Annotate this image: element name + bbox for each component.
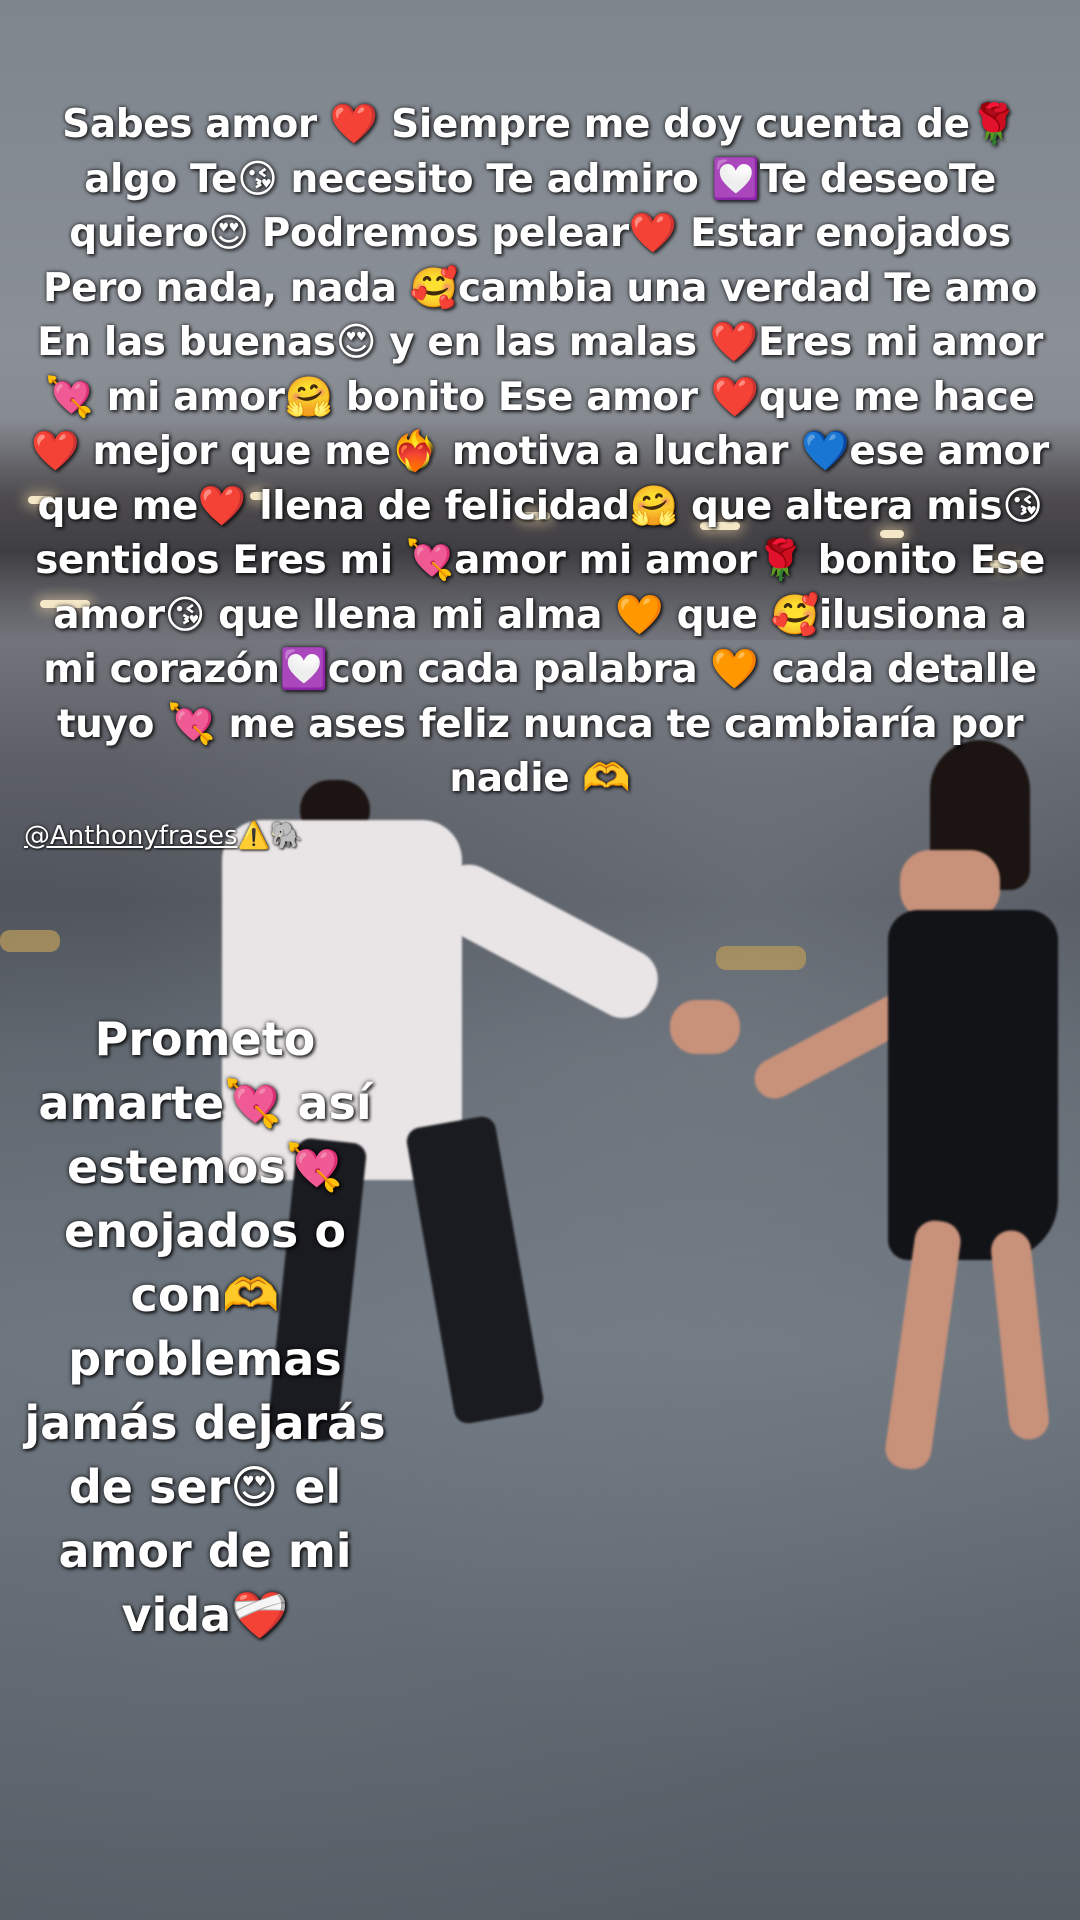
joined-hands	[670, 1000, 740, 1054]
username-watermark[interactable]: @Anthonyfrases⚠️🐘	[24, 818, 302, 854]
username-handle[interactable]: @Anthonyfrases	[24, 821, 238, 851]
top-caption: Sabes amor ❤️ Siempre me doy cuenta de🌹 …	[31, 102, 1049, 801]
username-emoji: ⚠️🐘	[237, 821, 303, 851]
buoy	[716, 946, 806, 970]
buoy	[0, 930, 60, 952]
side-caption: Prometo amarte💘 así estemos💘 enojados o …	[24, 1012, 386, 1642]
video-frame[interactable]: Sabes amor ❤️ Siempre me doy cuenta de🌹 …	[0, 0, 1080, 1920]
